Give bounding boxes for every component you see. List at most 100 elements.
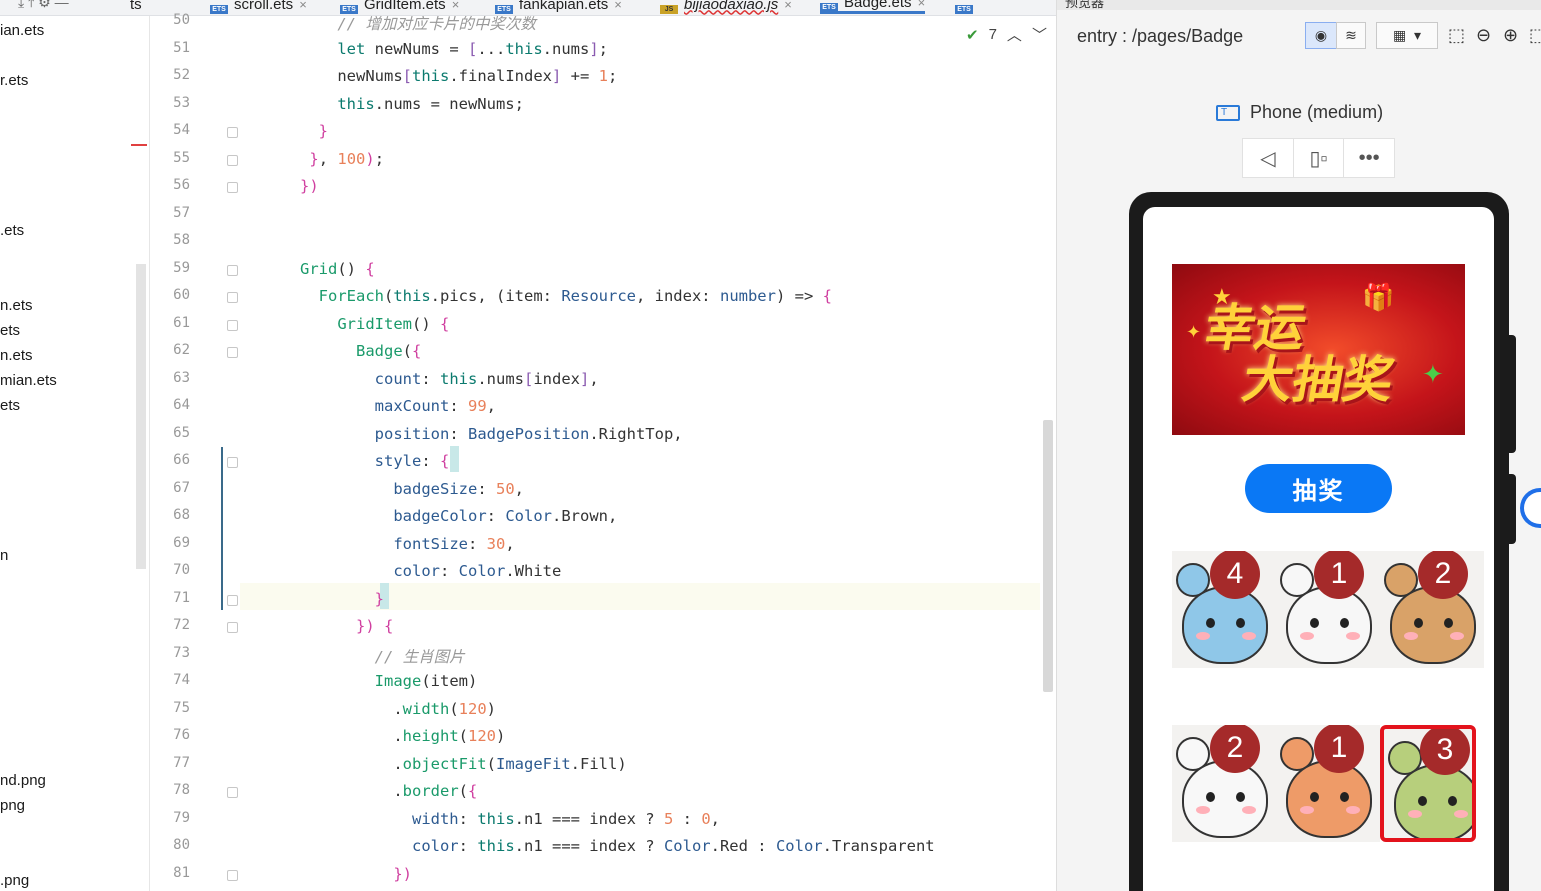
code-line[interactable]: .border({: [300, 782, 477, 804]
toolbar-icons[interactable]: ⤓ ⤒ ⚙ —: [18, 0, 69, 11]
editor-tab[interactable]: ETS: [955, 0, 979, 14]
code-line[interactable]: .objectFit(ImageFit.Fill): [300, 755, 626, 777]
code-line[interactable]: badgeSize: 50,: [300, 480, 524, 502]
tree-file-item[interactable]: n.ets: [0, 347, 33, 364]
code-line[interactable]: ForEach(this.pics, (item: Resource, inde…: [300, 287, 832, 309]
code-line[interactable]: width: this.n1 === index ? 5 : 0,: [300, 810, 720, 832]
tree-file-item[interactable]: mian.ets: [0, 372, 57, 389]
fold-marker-icon[interactable]: [227, 347, 238, 358]
zodiac-cell-rabbit[interactable]: 2: [1172, 725, 1276, 842]
fold-marker-icon[interactable]: [227, 457, 238, 468]
code-line[interactable]: }): [300, 177, 319, 199]
tree-file-item[interactable]: n: [0, 547, 8, 564]
zodiac-cell-ox[interactable]: 1: [1276, 551, 1380, 668]
zodiac-cell-tiger[interactable]: 2: [1380, 551, 1484, 668]
code-line[interactable]: }: [300, 122, 328, 144]
code-line[interactable]: }): [300, 865, 412, 887]
tree-file-item[interactable]: ets: [0, 322, 20, 339]
layers-button[interactable]: ≋: [1336, 22, 1366, 49]
code-line[interactable]: badgeColor: Color.Brown,: [300, 507, 617, 529]
tree-file-item[interactable]: r.ets: [0, 72, 28, 89]
close-icon[interactable]: ×: [918, 0, 926, 10]
code-line[interactable]: color: this.n1 === index ? Color.Red : C…: [300, 837, 935, 859]
code-line[interactable]: count: this.nums[index],: [300, 370, 599, 392]
code-line[interactable]: // 生肖图片: [300, 645, 465, 667]
face-detail: [1450, 632, 1464, 640]
fold-marker-icon[interactable]: [227, 264, 238, 276]
tree-file-item[interactable]: png: [0, 797, 25, 814]
code-line[interactable]: // 增加对应卡片的中奖次数: [300, 16, 536, 34]
inspection-status[interactable]: ✔ 7 ︿ ﹀: [966, 24, 1047, 45]
zoom-out-icon[interactable]: ⊖: [1476, 25, 1491, 46]
zoom-in-icon[interactable]: ⊕: [1503, 25, 1518, 46]
fold-marker-icon[interactable]: [227, 127, 238, 138]
layout-dropdown[interactable]: ▦ ▾: [1376, 22, 1438, 49]
line-number: 72: [173, 617, 190, 633]
zodiac-cell-dragon[interactable]: 1: [1276, 725, 1380, 842]
close-icon[interactable]: ×: [784, 0, 792, 12]
code-line[interactable]: Grid() {: [300, 260, 375, 282]
count-badge: 1: [1314, 725, 1364, 773]
draw-button[interactable]: 抽奖: [1245, 464, 1392, 513]
code-line[interactable]: maxCount: 99,: [300, 397, 496, 419]
code-line[interactable]: position: BadgePosition.RightTop,: [300, 425, 683, 447]
fold-marker-icon[interactable]: [227, 182, 238, 193]
code-line[interactable]: .height(120): [300, 727, 505, 749]
editor-tab[interactable]: ETS fankapian.ets ×: [495, 0, 622, 14]
project-tree: ian.ets r.ets .ets n.ets ets n.ets mian.ets ets…: [0, 16, 150, 891]
code-line[interactable]: GridItem() {: [300, 315, 449, 337]
code-line[interactable]: color: Color.White: [300, 562, 561, 584]
close-icon[interactable]: ×: [452, 0, 460, 12]
fold-marker-icon[interactable]: [227, 292, 238, 303]
code-line[interactable]: Badge({: [300, 342, 421, 364]
code-editor[interactable]: // 增加对应卡片的中奖次数 let newNums = [...this.nu…: [240, 16, 1040, 891]
editor-tab[interactable]: ts: [130, 0, 142, 14]
tree-file-item[interactable]: .png: [0, 872, 29, 889]
tree-file-item[interactable]: ets: [0, 397, 20, 414]
inspector-toggle-button[interactable]: ◉: [1305, 22, 1337, 49]
chevron-down-icon[interactable]: ﹀: [1032, 24, 1047, 45]
editor-tab[interactable]: JS bijiaodaxiao.js ×: [660, 0, 792, 14]
fold-marker-icon[interactable]: [227, 622, 238, 633]
code-line[interactable]: this.nums = newNums;: [300, 95, 524, 117]
editor-scrollbar[interactable]: [1043, 420, 1053, 692]
ide-window: ts ETS scroll.ets × ETS GridItem.ets × ETS fanka…: [0, 0, 1541, 891]
tree-file-item[interactable]: nd.png: [0, 772, 46, 789]
more-window-icon[interactable]: ⬚: [1529, 25, 1541, 46]
chevron-up-icon[interactable]: ︿: [1007, 24, 1022, 45]
close-icon[interactable]: ×: [614, 0, 622, 12]
code-line[interactable]: fontSize: 30,: [300, 535, 514, 557]
fold-marker-icon[interactable]: [227, 787, 238, 798]
zodiac-cell-mouse[interactable]: 4: [1172, 551, 1276, 668]
code-line[interactable]: .width(120): [300, 700, 496, 722]
code-line[interactable]: }) {: [300, 617, 393, 639]
tree-file-item[interactable]: n.ets: [0, 297, 33, 314]
code-line[interactable]: style: {: [300, 452, 450, 474]
fold-marker-icon[interactable]: [227, 319, 238, 331]
code-line[interactable]: }: [300, 590, 384, 612]
more-button[interactable]: •••: [1344, 139, 1394, 177]
code-line[interactable]: }, 100);: [300, 150, 384, 172]
code-line[interactable]: newNums[this.finalIndex] += 1;: [300, 67, 617, 89]
code-line[interactable]: let newNums = [...this.nums];: [300, 40, 608, 62]
line-number: 54: [173, 122, 190, 138]
dragon-image: [1286, 760, 1372, 838]
fit-screen-icon[interactable]: ⬚: [1448, 25, 1465, 46]
editor-tab[interactable]: ETS Badge.ets ×: [820, 0, 926, 14]
fold-marker-icon[interactable]: [227, 594, 238, 606]
tree-scrollbar[interactable]: [136, 264, 146, 569]
editor-tab[interactable]: ETS scroll.ets ×: [210, 0, 307, 14]
close-icon[interactable]: ×: [299, 0, 307, 12]
zodiac-cell-snake[interactable]: 3: [1380, 725, 1476, 842]
line-number: 74: [173, 672, 190, 688]
tab-label: scroll.ets: [234, 0, 294, 13]
back-button[interactable]: ◁: [1243, 139, 1294, 177]
fold-marker-icon[interactable]: [227, 154, 238, 166]
line-number: 66: [173, 452, 190, 468]
rotate-button[interactable]: ▯▫: [1294, 139, 1345, 177]
tree-file-item[interactable]: .ets: [0, 222, 24, 239]
tree-file-item[interactable]: ian.ets: [0, 22, 44, 39]
code-line[interactable]: Image(item): [300, 672, 478, 694]
fold-marker-icon[interactable]: [227, 869, 238, 881]
editor-tab[interactable]: ETS GridItem.ets ×: [340, 0, 459, 14]
